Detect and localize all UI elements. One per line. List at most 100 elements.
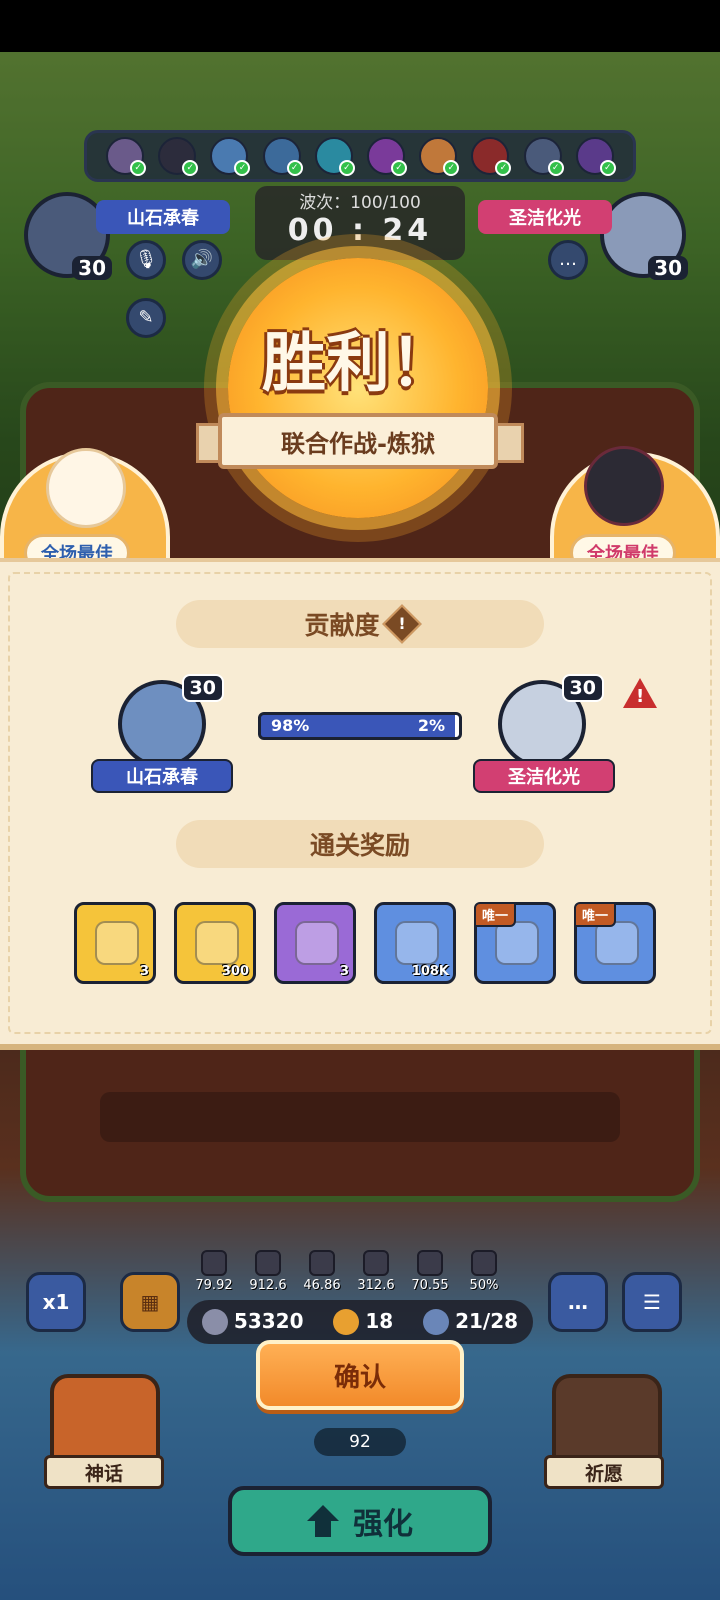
player-right-name: 圣洁化光 xyxy=(478,200,612,234)
contribution-bar: 98% 2% xyxy=(258,712,462,740)
dragon-hero-sprite xyxy=(584,446,664,526)
gold-chest-icon xyxy=(95,921,139,965)
damage-stat: 912.6 xyxy=(240,1250,296,1293)
hero-avatar: ✓ xyxy=(419,137,460,176)
contribution-right-name: 圣洁化光 xyxy=(473,759,615,793)
blue-emblem-icon xyxy=(595,921,639,965)
contribution-bar-right-fill xyxy=(455,715,459,737)
reward-item[interactable]: 3 xyxy=(274,902,356,984)
countdown-timer: 00 : 24 xyxy=(287,213,433,248)
check-icon: ✓ xyxy=(495,160,512,176)
check-icon: ✓ xyxy=(234,160,251,176)
check-icon: ✓ xyxy=(130,160,147,176)
left-percent: 98% xyxy=(271,716,310,735)
contribution-right-avatar: 30 xyxy=(498,674,604,768)
contribution-title: 贡献度 ! xyxy=(176,600,544,648)
unique-badge: 唯一 xyxy=(474,902,517,927)
clover-icon xyxy=(333,1309,360,1336)
reward-count: 300 xyxy=(221,964,249,979)
confirm-button[interactable]: 确认 xyxy=(256,1340,464,1410)
check-icon: ✓ xyxy=(547,160,564,176)
coin-icon xyxy=(201,1309,228,1336)
hero-avatar: ✓ xyxy=(314,137,355,176)
hero-avatar: ✓ xyxy=(158,137,199,176)
range-stat-icon xyxy=(417,1250,443,1276)
reward-count: 3 xyxy=(339,964,349,979)
menu-icon[interactable]: ☰ xyxy=(622,1272,682,1332)
player-level: 30 xyxy=(72,256,112,280)
crit-rate-stat-icon xyxy=(471,1250,497,1276)
player-level: 30 xyxy=(648,256,688,280)
lamb-hero-sprite xyxy=(46,448,126,528)
crit-stat-icon xyxy=(309,1250,335,1276)
stat-value: 312.6 xyxy=(357,1278,395,1293)
slot-resource: 21/28 xyxy=(423,1309,518,1336)
hero-slot-icon xyxy=(423,1309,450,1336)
chat-icon[interactable]: … xyxy=(548,240,588,280)
gold-coin-icon xyxy=(395,921,439,965)
range-stat: 70.55 xyxy=(402,1250,458,1293)
unique-badge: 唯一 xyxy=(574,902,617,927)
reward-count: 3 xyxy=(139,964,149,979)
microphone-icon[interactable]: 🎙 xyxy=(126,240,166,280)
status-bar xyxy=(0,0,720,52)
hero-avatar: ✓ xyxy=(210,137,251,176)
team-roster-bar: ✓ ✓ ✓ ✓ ✓ ✓ ✓ ✓ ✓ ✓ xyxy=(84,130,636,182)
contribution-left-name: 山石承春 xyxy=(91,759,233,793)
purple-chest-icon xyxy=(295,921,339,965)
summon-counter: 92 xyxy=(314,1428,406,1456)
mode-banner: 联合作战-炼狱 xyxy=(218,413,498,469)
power-stat-icon xyxy=(363,1250,389,1276)
upgrade-label: 强化 xyxy=(353,1507,413,1542)
wish-button[interactable]: 祈愿 xyxy=(544,1455,664,1489)
stat-value: 79.92 xyxy=(195,1278,233,1293)
gold-key-icon xyxy=(195,921,239,965)
upgrade-arrow-icon xyxy=(307,1505,339,1537)
player-right-avatar[interactable]: 30 xyxy=(600,192,688,280)
reward-item[interactable]: 300 xyxy=(174,902,256,984)
stat-value: 50% xyxy=(469,1278,499,1293)
attack-speed-stat: 79.92 xyxy=(186,1250,242,1293)
right-percent: 2% xyxy=(417,716,445,735)
reward-item[interactable]: 3 xyxy=(74,902,156,984)
crit-stat: 46.86 xyxy=(294,1250,350,1293)
reward-list: 3 300 3 108K 唯一 唯一 xyxy=(74,902,660,988)
clover-resource: 18 xyxy=(333,1309,393,1336)
hero-avatar: ✓ xyxy=(471,137,512,176)
edit-icon[interactable]: ✎ xyxy=(126,298,166,338)
coin-resource: 53320 xyxy=(201,1309,304,1336)
speed-button[interactable]: x1 xyxy=(26,1272,86,1332)
hero-avatar: ✓ xyxy=(367,137,408,176)
hero-avatar: ✓ xyxy=(106,137,147,176)
player-level: 30 xyxy=(561,674,604,702)
hero-avatar: ✓ xyxy=(523,137,564,176)
trident-emblem-icon xyxy=(495,921,539,965)
contribution-left-avatar: 30 xyxy=(118,674,224,768)
reward-count: 108K xyxy=(411,964,449,979)
player-level: 30 xyxy=(181,674,224,702)
check-icon: ✓ xyxy=(338,160,355,176)
check-icon: ✓ xyxy=(182,160,199,176)
power-stat: 312.6 xyxy=(348,1250,404,1293)
stat-value: 912.6 xyxy=(249,1278,287,1293)
myth-button[interactable]: 神话 xyxy=(44,1455,164,1489)
check-icon: ✓ xyxy=(286,160,303,176)
warning-icon[interactable]: ! xyxy=(623,678,657,708)
reward-item[interactable]: 唯一 xyxy=(574,902,656,984)
speaker-icon[interactable]: 🔊 xyxy=(182,240,222,280)
check-icon: ✓ xyxy=(599,160,616,176)
wave-timer-panel: 波次：100/100 00 : 24 xyxy=(255,186,465,260)
check-icon: ✓ xyxy=(391,160,408,176)
upgrade-button[interactable]: 强化 xyxy=(228,1486,492,1556)
victory-title: 胜利！ xyxy=(262,327,454,401)
hero-avatar: ✓ xyxy=(262,137,303,176)
map-icon[interactable]: ▦ xyxy=(120,1272,180,1332)
wave-counter: 波次：100/100 xyxy=(299,193,421,213)
reward-item[interactable]: 唯一 xyxy=(474,902,556,984)
chat-icon[interactable]: … xyxy=(548,1272,608,1332)
reward-item[interactable]: 108K xyxy=(374,902,456,984)
check-icon: ✓ xyxy=(443,160,460,176)
player-left-name: 山石承春 xyxy=(96,200,230,234)
resource-bar: 53320 18 21/28 xyxy=(187,1300,533,1344)
info-icon[interactable]: ! xyxy=(381,604,422,644)
